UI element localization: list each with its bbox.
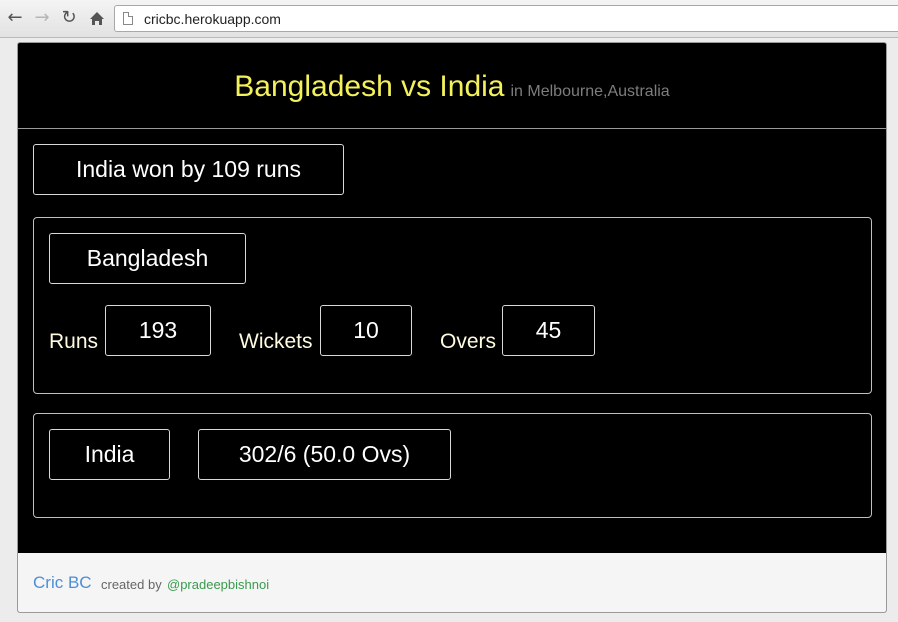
overs-value: 45 [535, 317, 562, 343]
overs-box: 45 [502, 305, 595, 356]
overs-label: Overs [440, 330, 497, 353]
match-venue: in Melbourne,Australia [510, 82, 670, 100]
address-bar[interactable]: cricbc.herokuapp.com [114, 5, 898, 32]
match-title: Bangladesh vs India [234, 69, 505, 103]
team1-name-box: Bangladesh [49, 233, 246, 284]
home-icon[interactable] [86, 7, 108, 29]
team2-score-box: 302/6 (50.0 Ovs) [198, 429, 451, 480]
forward-arrow-icon[interactable]: → [31, 7, 53, 29]
page-icon [123, 12, 133, 25]
browser-toolbar: ← → ↻ cricbc.herokuapp.com [0, 0, 898, 38]
url-text: cricbc.herokuapp.com [144, 11, 281, 27]
team2-name: India [84, 441, 135, 467]
author-link[interactable]: @pradeepbishnoi [167, 577, 269, 592]
team2-panel: India 302/6 (50.0 Ovs) [33, 413, 872, 518]
match-header: Bangladesh vs India in Melbourne,Austral… [18, 43, 886, 129]
result-text: India won by 109 runs [75, 156, 302, 182]
created-by-text: created by [101, 577, 162, 592]
team2-score: 302/6 (50.0 Ovs) [238, 441, 411, 467]
result-box: India won by 109 runs [33, 144, 344, 195]
footer: Cric BC created by @pradeepbishnoi [18, 553, 886, 612]
reload-icon[interactable]: ↻ [58, 7, 80, 29]
wickets-label: Wickets [239, 330, 313, 353]
team1-name: Bangladesh [86, 245, 209, 271]
runs-value: 193 [138, 317, 178, 343]
page-card: Bangladesh vs India in Melbourne,Austral… [17, 42, 887, 613]
runs-label: Runs [49, 330, 99, 353]
wickets-box: 10 [320, 305, 412, 356]
team2-name-box: India [49, 429, 170, 480]
back-arrow-icon[interactable]: ← [4, 7, 26, 29]
team1-panel: Bangladesh Runs 193 Wickets 10 Overs 45 [33, 217, 872, 394]
brand-link[interactable]: Cric BC [33, 573, 92, 593]
wickets-value: 10 [353, 317, 379, 343]
runs-box: 193 [105, 305, 211, 356]
